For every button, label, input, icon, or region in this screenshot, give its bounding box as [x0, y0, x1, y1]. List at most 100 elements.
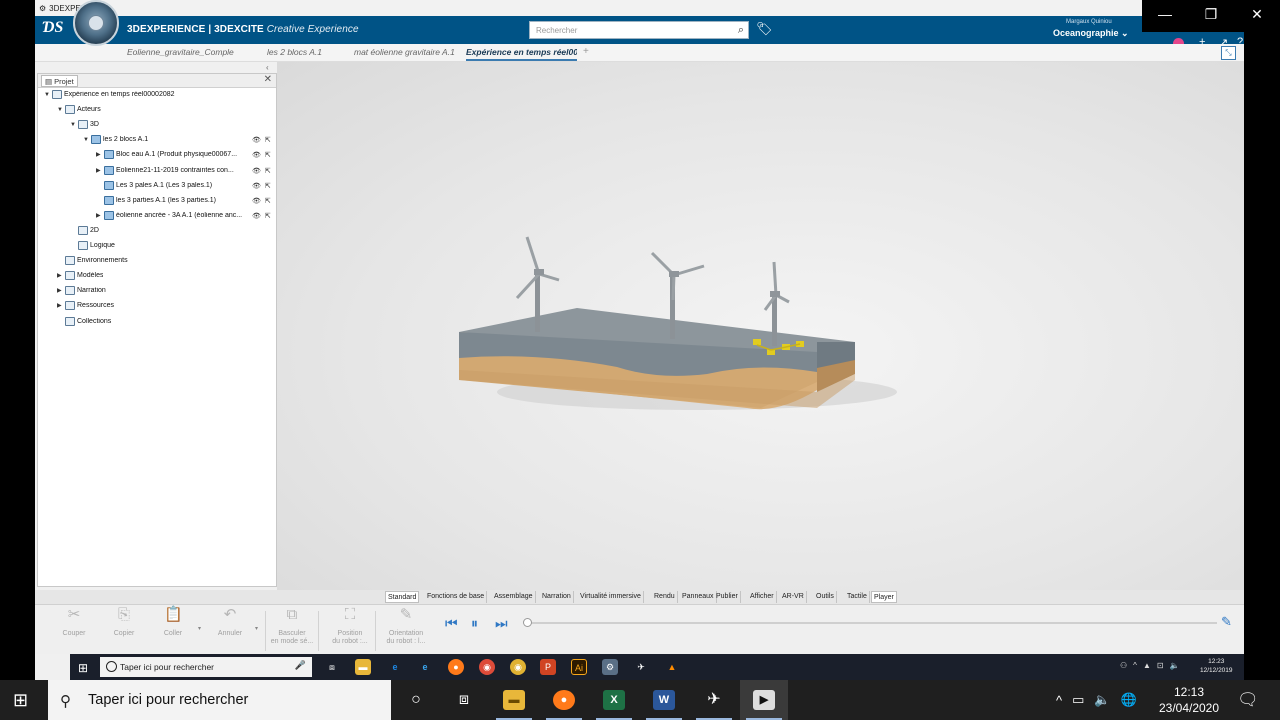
- illustrator-icon[interactable]: Ai: [571, 659, 587, 675]
- edge-icon[interactable]: e: [387, 659, 403, 675]
- tree-expand-icon[interactable]: ▼: [70, 122, 76, 128]
- app-shortcut-button[interactable]: ✈: [690, 680, 738, 720]
- step-forward-icon[interactable]: ⏭: [495, 615, 508, 632]
- tree-expand-icon[interactable]: ▶: [57, 272, 63, 279]
- select-icon[interactable]: ⇱: [265, 136, 271, 144]
- tree-node[interactable]: les 3 parties A.1 (les 3 parties.1): [96, 195, 216, 205]
- timeline-track[interactable]: [527, 622, 1217, 624]
- search-icon[interactable]: ⌕: [738, 24, 744, 37]
- tree-node[interactable]: ▶ Narration: [57, 286, 106, 296]
- tree-node[interactable]: ▼ Expérience en temps réel00002082: [44, 90, 175, 99]
- mic-icon[interactable]: 🎤: [295, 660, 306, 671]
- ribbon-tab[interactable]: Fonctions de base: [425, 591, 488, 603]
- tree-node[interactable]: Collections: [57, 316, 111, 326]
- ribbon-tab[interactable]: Rendu: [652, 591, 678, 603]
- tag-icon[interactable]: 🏷: [756, 21, 773, 37]
- panel-collapse-icon[interactable]: ‹: [266, 63, 269, 72]
- tree-node[interactable]: ▼ les 2 blocs A.1: [83, 135, 148, 145]
- eye-icon[interactable]: 👁: [252, 212, 261, 220]
- vlc-icon[interactable]: ▲: [664, 659, 680, 675]
- eye-icon[interactable]: 👁: [252, 197, 261, 205]
- task-view-icon[interactable]: ⧈: [324, 659, 340, 675]
- toggle-mode-button[interactable]: ⧉ Basculer en mode sé...: [269, 607, 315, 653]
- tree-expand-icon[interactable]: ▶: [96, 212, 102, 219]
- tab-mat-eolienne[interactable]: mat éolienne gravitaire A.1: [354, 47, 464, 57]
- tree-node[interactable]: Logique: [70, 241, 115, 250]
- tree-expand-icon[interactable]: ▼: [83, 137, 89, 143]
- ribbon-tab[interactable]: Player: [871, 591, 897, 603]
- app-shortcut-icon[interactable]: ✈: [633, 659, 649, 675]
- video-editor-button[interactable]: ▶: [740, 680, 788, 720]
- eye-icon[interactable]: 👁: [252, 136, 261, 144]
- tree-node[interactable]: ▼ 3D: [70, 120, 99, 130]
- inner-taskbar-search[interactable]: Taper ici pour rechercher 🎤: [100, 657, 312, 677]
- ribbon-tab[interactable]: AR-VR: [780, 591, 807, 603]
- volume-icon[interactable]: 🔈: [1094, 692, 1110, 708]
- file-explorer-button[interactable]: ▬: [490, 680, 538, 720]
- cortana-button[interactable]: ○: [392, 680, 440, 720]
- tree-expand-icon[interactable]: ▶: [96, 151, 102, 158]
- tray-chevron-icon[interactable]: ^: [1056, 693, 1062, 708]
- ribbon-tab[interactable]: Virtualité immersive: [578, 591, 644, 603]
- chrome-icon[interactable]: ◉: [479, 659, 495, 675]
- tree-expand-icon[interactable]: ▶: [96, 167, 102, 174]
- tree-node[interactable]: Les 3 pales A.1 (Les 3 pales.1): [96, 180, 212, 190]
- pause-icon[interactable]: ⏸: [471, 615, 478, 632]
- tree-node[interactable]: ▶ Modèles: [57, 271, 103, 281]
- 3d-viewport[interactable]: ⦣: [277, 62, 1244, 590]
- select-icon[interactable]: ⇱: [265, 182, 271, 190]
- paste-dropdown-icon[interactable]: ▾: [198, 625, 201, 632]
- vlc-tray-icon[interactable]: ▲: [1143, 661, 1151, 670]
- search-input[interactable]: Rechercher ⌕: [529, 21, 749, 39]
- battery-icon[interactable]: ▭: [1072, 692, 1084, 708]
- powerpoint-icon[interactable]: P: [540, 659, 556, 675]
- robot-orientation-button[interactable]: ✎ Orientation du robot : l...: [383, 607, 429, 653]
- cut-button[interactable]: ✂ Couper: [51, 607, 97, 653]
- tray-chevron-icon[interactable]: ^: [1133, 661, 1137, 670]
- file-explorer-icon[interactable]: ▬: [355, 659, 371, 675]
- undo-dropdown-icon[interactable]: ▾: [255, 625, 258, 632]
- notification-icon[interactable]: 🗨: [1237, 690, 1259, 710]
- select-icon[interactable]: ⇱: [265, 212, 271, 220]
- tree-expand-icon[interactable]: ▼: [44, 92, 50, 98]
- firefox-button[interactable]: ●: [540, 680, 588, 720]
- ribbon-tab[interactable]: Standard: [385, 591, 420, 603]
- ribbon-tab[interactable]: Publier: [714, 591, 741, 603]
- select-icon[interactable]: ⇱: [265, 197, 271, 205]
- compass-widget[interactable]: [73, 0, 119, 46]
- tab-experience-temps-reel[interactable]: Expérience en temps réel00: [466, 47, 577, 61]
- tree-node[interactable]: 2D: [70, 225, 99, 235]
- player-edit-icon[interactable]: ✎: [1221, 614, 1232, 630]
- tree-node[interactable]: ▶ éolienne ancrée - 3A A.1 (éolienne anc.…: [96, 210, 242, 220]
- ribbon-tab[interactable]: Panneaux: [680, 591, 717, 603]
- ribbon-tab[interactable]: Afficher: [748, 591, 777, 603]
- excel-button[interactable]: X: [590, 680, 638, 720]
- ribbon-tab[interactable]: Tactile: [845, 591, 870, 603]
- windows-start-icon[interactable]: ⊞: [78, 661, 88, 675]
- step-back-icon[interactable]: ⏮: [445, 615, 458, 632]
- inner-clock[interactable]: 12:23 12/12/2019: [1200, 657, 1233, 675]
- user-role-dropdown[interactable]: Oceanographie ⌄: [1053, 28, 1129, 39]
- eye-icon[interactable]: 👁: [252, 151, 261, 159]
- eye-icon[interactable]: 👁: [252, 182, 261, 190]
- ribbon-tab[interactable]: Narration: [540, 591, 574, 603]
- close-button[interactable]: ✕: [1234, 6, 1280, 23]
- tree-node[interactable]: ▶ Ressources: [57, 301, 114, 311]
- panel-tab-projet[interactable]: ▤ Projet: [41, 74, 78, 87]
- firefox-icon[interactable]: ●: [448, 659, 464, 675]
- tree-node[interactable]: ▼ Acteurs: [57, 105, 101, 115]
- tree-expand-icon[interactable]: ▶: [57, 302, 63, 309]
- globe-icon[interactable]: 🌐: [1121, 692, 1137, 708]
- tree-node[interactable]: Environnements: [57, 256, 128, 266]
- robot-position-button[interactable]: ⛶ Position du robot :...: [327, 607, 373, 653]
- undo-button[interactable]: ↶ Annuler: [207, 607, 253, 653]
- outer-clock[interactable]: 12:13 23/04/2020: [1150, 684, 1228, 716]
- tree-expand-icon[interactable]: ▶: [57, 287, 63, 294]
- tree-node[interactable]: ▶ Bloc eau A.1 (Produit physique00067...: [96, 150, 237, 160]
- network-icon[interactable]: ⊡: [1157, 661, 1164, 670]
- task-view-button[interactable]: ⧈: [440, 680, 488, 720]
- close-icon[interactable]: ✕: [264, 74, 272, 85]
- compass-center-icon[interactable]: [88, 15, 104, 31]
- restore-button[interactable]: ❐: [1188, 6, 1234, 23]
- tab-les-2-blocs[interactable]: les 2 blocs A.1: [267, 47, 337, 57]
